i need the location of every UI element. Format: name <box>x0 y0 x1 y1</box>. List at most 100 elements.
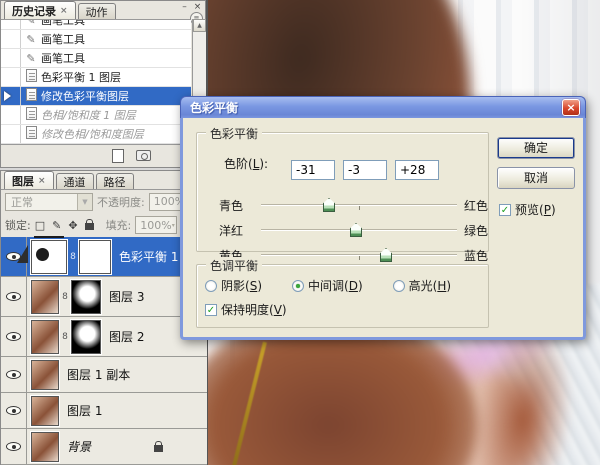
yellow-blue-slider-track[interactable] <box>261 248 457 262</box>
dialog-close-icon[interactable]: × <box>562 99 580 116</box>
history-row[interactable]: ✎ 画笔工具 <box>1 20 191 30</box>
layer-thumbnail[interactable] <box>31 395 59 426</box>
lock-transparency-icon[interactable]: □ <box>35 219 45 232</box>
chevron-down-icon[interactable]: ▼ <box>77 193 92 210</box>
history-row[interactable]: 色彩平衡 1 图层 <box>1 68 191 87</box>
eye-icon[interactable] <box>6 332 21 341</box>
visibility-cell[interactable] <box>1 357 27 392</box>
eye-icon[interactable] <box>6 442 21 451</box>
layer-name[interactable]: 背景 <box>67 438 91 455</box>
history-row[interactable]: ✎ 画笔工具 <box>1 49 191 68</box>
preview-checkbox[interactable]: ✓ 预览(P) <box>499 201 556 218</box>
highlights-radio[interactable]: 高光(H) <box>392 277 451 294</box>
layer-row[interactable]: 8 图层 3 <box>1 277 207 317</box>
lock-position-icon[interactable]: ✥ <box>68 219 77 232</box>
link-mask-icon[interactable]: 8 <box>60 332 70 342</box>
visibility-cell[interactable] <box>1 317 27 356</box>
visibility-cell[interactable] <box>1 277 27 316</box>
radio-icon[interactable] <box>205 279 217 292</box>
dialog-titlebar[interactable]: 色彩平衡 × <box>180 96 586 118</box>
history-row-undone[interactable]: 修改色相/饱和度图层 <box>1 125 191 144</box>
history-item-label: 画笔工具 <box>41 52 85 65</box>
layer-name[interactable]: 图层 1 副本 <box>67 366 130 383</box>
slider-right-label: 红色 <box>464 199 489 213</box>
scroll-up-icon[interactable]: ▲ <box>193 19 206 32</box>
lock-all-icon[interactable] <box>84 219 94 230</box>
yellow-blue-value-input[interactable] <box>395 160 439 180</box>
color-balance-dialog: 色彩平衡 × 色彩平衡 色阶(L): 青色 红色 <box>180 96 586 340</box>
history-source-well[interactable] <box>1 125 21 143</box>
yellow-blue-slider-thumb[interactable] <box>380 248 392 262</box>
history-source-well[interactable] <box>1 68 21 86</box>
close-icon[interactable]: × <box>193 2 202 12</box>
tab-channels[interactable]: 通道 <box>55 173 94 189</box>
lock-paint-icon[interactable]: ✎ <box>52 219 61 232</box>
layer-thumbnail[interactable] <box>31 319 59 354</box>
history-source-well[interactable] <box>1 87 21 105</box>
tab-history[interactable]: 历史记录 × <box>4 1 76 19</box>
link-mask-icon[interactable]: 8 <box>68 252 78 262</box>
blend-mode-select[interactable]: 正常 ▼ <box>5 192 93 211</box>
background-lock-icon <box>154 441 163 452</box>
minimize-icon[interactable]: – <box>180 2 189 12</box>
magenta-green-value-input[interactable] <box>343 160 387 180</box>
radio-selected-icon[interactable] <box>292 279 304 292</box>
link-mask-icon[interactable]: 8 <box>60 292 70 302</box>
layer-name[interactable]: 图层 3 <box>109 288 144 305</box>
adjustment-layer-thumbnail[interactable] <box>31 235 67 274</box>
layer-row-selected[interactable]: 8 色彩平衡 1 <box>1 235 207 277</box>
layer-thumbnail[interactable] <box>31 359 59 390</box>
history-source-well[interactable] <box>1 106 21 124</box>
new-snapshot-camera-icon[interactable] <box>136 150 151 161</box>
fill-field[interactable]: 100% ▾ <box>135 216 178 234</box>
layer-mask-thumbnail[interactable] <box>79 239 111 274</box>
cyan-red-slider-track[interactable] <box>261 198 457 212</box>
history-source-well[interactable] <box>1 30 21 48</box>
cyan-red-value-input[interactable] <box>291 160 335 180</box>
preserve-luminosity-checkbox[interactable]: ✓ 保持明度(V) <box>205 301 287 318</box>
layer-row[interactable]: 图层 1 副本 <box>1 357 207 393</box>
cancel-button[interactable]: 取消 <box>497 167 575 189</box>
tab-close-icon[interactable]: × <box>60 6 68 16</box>
checkbox-check-icon[interactable]: ✓ <box>499 203 511 216</box>
history-item-label: 色相/饱和度 1 图层 <box>41 109 136 122</box>
layers-list: 8 色彩平衡 1 8 图层 3 8 图层 2 图层 1 副本 图层 1 背景 <box>1 235 207 465</box>
history-item-label: 修改色彩平衡图层 <box>41 90 129 103</box>
layer-row[interactable]: 图层 1 <box>1 393 207 429</box>
new-document-from-state-icon[interactable] <box>112 148 124 163</box>
magenta-green-slider-track[interactable] <box>261 223 457 237</box>
eye-icon[interactable] <box>6 370 21 379</box>
checkbox-check-icon[interactable]: ✓ <box>205 303 217 316</box>
eye-icon[interactable] <box>6 406 21 415</box>
history-row[interactable]: ✎ 画笔工具 <box>1 30 191 49</box>
radio-icon[interactable] <box>392 279 405 292</box>
visibility-cell[interactable] <box>1 429 27 464</box>
layer-name[interactable]: 色彩平衡 1 <box>119 248 178 265</box>
ok-button[interactable]: 确定 <box>497 137 575 159</box>
layer-row[interactable]: 8 图层 2 <box>1 317 207 357</box>
magenta-green-slider-thumb[interactable] <box>350 223 362 237</box>
slider-right-label: 绿色 <box>464 224 489 238</box>
history-row-selected[interactable]: 修改色彩平衡图层 <box>1 87 191 106</box>
dialog-body: 色彩平衡 色阶(L): 青色 红色 洋红 <box>180 118 586 340</box>
layer-mask-thumbnail[interactable] <box>71 319 101 354</box>
layer-name[interactable]: 图层 1 <box>67 402 102 419</box>
history-row-undone[interactable]: 色相/饱和度 1 图层 <box>1 106 191 125</box>
history-source-well[interactable] <box>1 20 21 29</box>
layer-name[interactable]: 图层 2 <box>109 328 144 345</box>
eye-icon[interactable] <box>6 292 21 301</box>
layer-thumbnail[interactable] <box>31 279 59 314</box>
visibility-cell[interactable] <box>1 393 27 428</box>
tab-paths[interactable]: 路径 <box>95 173 134 189</box>
cyan-red-slider-thumb[interactable] <box>323 198 335 212</box>
layer-thumbnail[interactable] <box>31 431 59 462</box>
tab-actions[interactable]: 动作 <box>77 3 116 19</box>
tab-layers[interactable]: 图层 × <box>4 171 54 189</box>
shadows-radio[interactable]: 阴影(S) <box>205 277 262 294</box>
history-source-well[interactable] <box>1 49 21 67</box>
layer-mask-thumbnail[interactable] <box>71 279 101 314</box>
layer-row-background[interactable]: 背景 <box>1 429 207 465</box>
spinner-arrow-icon[interactable]: ▾ <box>172 222 175 229</box>
tab-close-icon[interactable]: × <box>38 176 46 186</box>
midtones-radio[interactable]: 中间调(D) <box>292 277 363 294</box>
